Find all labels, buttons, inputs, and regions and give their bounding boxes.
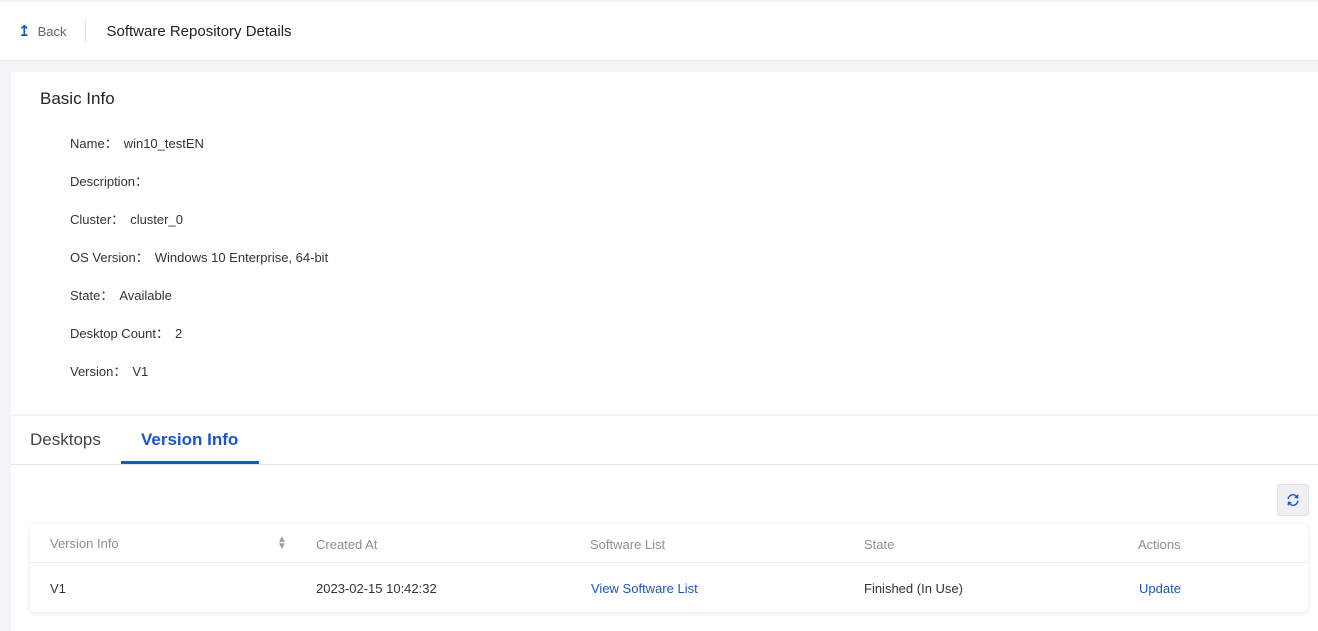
back-arrow-icon: ↥ bbox=[18, 23, 31, 40]
column-version-info[interactable]: Version Info bbox=[50, 536, 119, 551]
version-table: Version Info ▲ ▼ Created At Software List… bbox=[30, 524, 1308, 612]
field-cluster: Cluster： cluster_0 bbox=[70, 209, 183, 228]
sort-icon[interactable]: ▲ ▼ bbox=[277, 535, 287, 552]
field-version: Version： V1 bbox=[70, 361, 148, 380]
field-version-value: V1 bbox=[132, 364, 149, 379]
field-cluster-value: cluster_0 bbox=[130, 212, 183, 227]
basic-info-panel: Basic Info Name： win10_testEN Description… bbox=[11, 72, 1318, 414]
field-os-version-label: OS Version： bbox=[70, 250, 149, 265]
column-state: State bbox=[864, 537, 895, 552]
back-label: Back bbox=[37, 23, 67, 39]
column-actions: Actions bbox=[1138, 537, 1181, 552]
field-os-version-value: Windows 10 Enterprise, 64-bit bbox=[154, 250, 329, 265]
cell-version: V1 bbox=[50, 581, 66, 596]
field-desktop-count: Desktop Count： 2 bbox=[70, 323, 182, 342]
field-desktop-count-label: Desktop Count： bbox=[70, 326, 169, 341]
page-header: ↥ Back Software Repository Details bbox=[0, 2, 1318, 61]
field-cluster-label: Cluster： bbox=[70, 212, 125, 227]
basic-info-heading: Basic Info bbox=[40, 89, 115, 108]
field-state-label: State： bbox=[70, 288, 114, 303]
refresh-icon bbox=[1287, 493, 1299, 507]
column-software-list: Software List bbox=[590, 537, 666, 552]
field-name-label: Name： bbox=[70, 136, 118, 151]
field-description-label: Description： bbox=[70, 174, 149, 189]
cell-state: Finished (In Use) bbox=[864, 581, 963, 596]
field-state: State： Available bbox=[70, 285, 172, 304]
field-os-version: OS Version： Windows 10 Enterprise, 64-bit bbox=[70, 247, 328, 266]
back-button[interactable]: ↥ Back bbox=[18, 22, 66, 40]
tab-desktops[interactable]: Desktops bbox=[30, 430, 101, 450]
field-description: Description： bbox=[70, 171, 154, 190]
page-title: Software Repository Details bbox=[106, 22, 292, 40]
tabs-panel: Desktops Version Info Version Info ▲ ▼ Cr… bbox=[11, 416, 1318, 631]
tab-version-info[interactable]: Version Info bbox=[141, 430, 238, 450]
view-software-list-link[interactable]: View Software List bbox=[591, 581, 698, 596]
field-desktop-count-value: 2 bbox=[175, 326, 183, 341]
update-link[interactable]: Update bbox=[1139, 581, 1181, 596]
active-tab-indicator bbox=[121, 461, 259, 464]
field-name: Name： win10_testEN bbox=[70, 133, 204, 152]
cell-created-at: 2023-02-15 10:42:32 bbox=[316, 581, 437, 596]
column-created-at: Created At bbox=[316, 537, 378, 552]
header-divider bbox=[85, 20, 87, 42]
field-name-value: win10_testEN bbox=[123, 136, 204, 151]
table-header: Version Info ▲ ▼ Created At Software List… bbox=[30, 524, 1308, 563]
field-state-value: Available bbox=[119, 288, 172, 303]
field-version-label: Version： bbox=[70, 364, 127, 379]
tab-bar: Desktops Version Info bbox=[11, 416, 1318, 465]
refresh-button[interactable] bbox=[1277, 484, 1309, 516]
